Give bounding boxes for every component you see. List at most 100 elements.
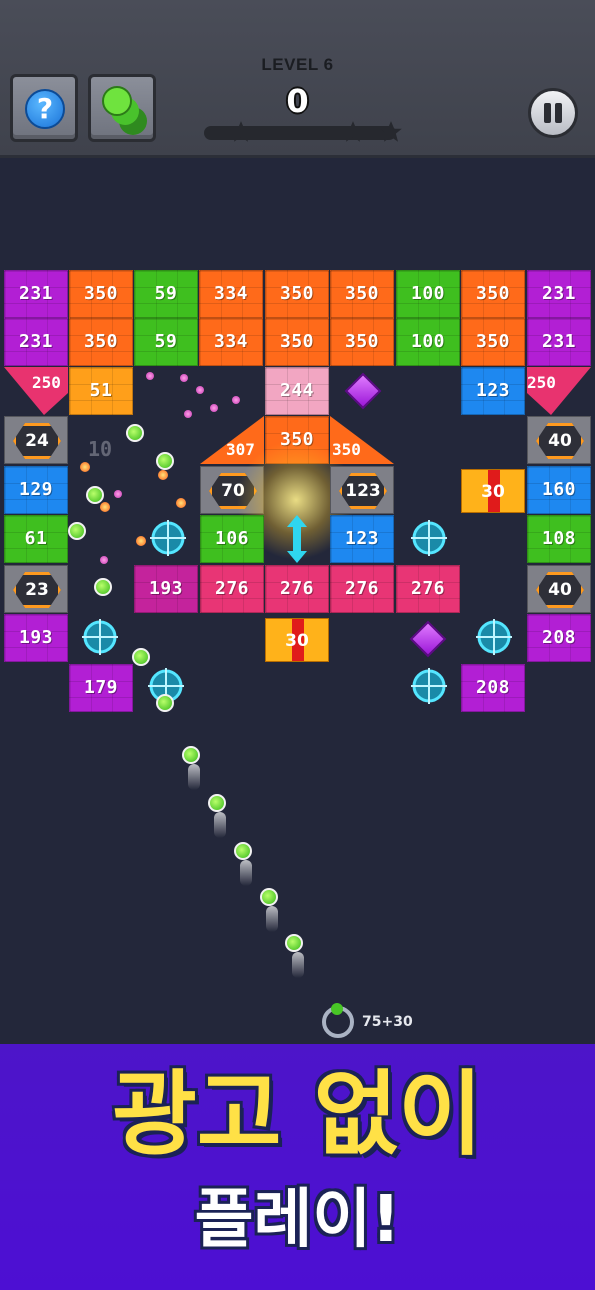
brick: 193 <box>4 614 68 662</box>
ball-trail <box>266 906 278 932</box>
brick: 244 <box>265 367 329 415</box>
brick: 208 <box>527 614 591 662</box>
shield-value: 23 <box>13 572 61 608</box>
crosshair-target-icon <box>411 520 447 556</box>
shield-value: 40 <box>536 572 584 608</box>
brick: 276 <box>200 565 264 613</box>
shield-brick: 123 <box>330 466 394 514</box>
brick: 350 <box>69 270 133 318</box>
triangle-brick: 250 <box>4 367 68 415</box>
brick: 231 <box>4 270 68 318</box>
brick: 61 <box>4 515 68 563</box>
brick: 350 <box>69 318 133 366</box>
fire-particle <box>100 502 110 512</box>
ball <box>86 486 104 504</box>
brick: 350 <box>265 318 329 366</box>
crosshair-target-icon <box>82 619 118 655</box>
gift-brick: 30 <box>461 469 525 513</box>
ball <box>132 648 150 666</box>
brick: 100 <box>396 270 460 318</box>
ball <box>156 694 174 712</box>
fire-particle <box>158 470 168 480</box>
brick: 193 <box>134 565 198 613</box>
ball-trail <box>188 764 200 790</box>
brick: 276 <box>396 565 460 613</box>
score: 0 <box>286 82 309 120</box>
brick: 350 <box>461 318 525 366</box>
ball-trail <box>240 860 252 886</box>
brick: 208 <box>461 664 525 712</box>
brick: 276 <box>265 565 329 613</box>
brick: 231 <box>4 318 68 366</box>
pause-button[interactable] <box>528 88 578 138</box>
spark-particle <box>114 490 122 498</box>
brick: 106 <box>200 515 264 563</box>
brick: 51 <box>69 367 133 415</box>
launcher-ball <box>331 1003 343 1015</box>
spark-particle <box>232 396 240 404</box>
brick: 350 <box>265 270 329 318</box>
ball-trail <box>214 812 226 838</box>
ball <box>234 842 252 860</box>
fire-particle <box>176 498 186 508</box>
ball <box>156 452 174 470</box>
brick: 350 <box>330 318 394 366</box>
shield-brick: 24 <box>4 416 68 464</box>
fire-particle <box>80 462 90 472</box>
gift-brick: 30 <box>265 618 329 662</box>
star-icon <box>230 121 252 142</box>
brick: 350 <box>461 270 525 318</box>
star-icon <box>342 121 364 142</box>
crosshair-target-icon <box>411 668 447 704</box>
brick: 334 <box>199 318 263 366</box>
brick: 231 <box>527 318 591 366</box>
ball-count-label: 75+30 <box>362 1014 413 1030</box>
ball <box>126 424 144 442</box>
shield-value: 123 <box>339 473 387 509</box>
spark-particle <box>184 410 192 418</box>
brick: 160 <box>527 466 591 514</box>
gift-value: 30 <box>481 482 505 502</box>
brick: 179 <box>69 664 133 712</box>
triangle-value: 250 <box>527 373 556 392</box>
brick: 276 <box>330 565 394 613</box>
brick: 231 <box>527 270 591 318</box>
shield-brick: 40 <box>527 565 591 613</box>
spark-particle <box>100 556 108 564</box>
ball <box>285 934 303 952</box>
promo-headline: 광고 없이 <box>112 1061 483 1168</box>
ghost-number: 10 <box>88 437 113 461</box>
vertical-arrow-icon <box>287 515 307 563</box>
spark-particle <box>146 372 154 380</box>
triangle-value: 250 <box>32 373 61 392</box>
triangle-brick: 250 <box>527 367 591 415</box>
level-label: LEVEL 6 <box>261 55 334 74</box>
shield-value: 24 <box>13 423 61 459</box>
brick: 100 <box>396 318 460 366</box>
ball <box>68 522 86 540</box>
brick: 59 <box>134 270 198 318</box>
ball <box>182 746 200 764</box>
crosshair-target-icon <box>476 619 512 655</box>
ball <box>208 794 226 812</box>
shield-brick: 23 <box>4 565 68 613</box>
promo-subline: 플레이! <box>194 1183 401 1257</box>
brick: 350 <box>330 270 394 318</box>
spark-particle <box>196 386 204 394</box>
gift-value: 30 <box>285 631 309 651</box>
ball <box>94 578 112 596</box>
brick: 334 <box>199 270 263 318</box>
spark-particle <box>210 404 218 412</box>
fire-particle <box>136 536 146 546</box>
brick: 108 <box>527 515 591 563</box>
crosshair-target-icon <box>150 520 186 556</box>
star-icon <box>380 121 402 142</box>
brick: 59 <box>134 318 198 366</box>
spark-particle <box>180 374 188 382</box>
ball <box>260 888 278 906</box>
shield-value: 40 <box>536 423 584 459</box>
brick: 129 <box>4 466 68 514</box>
top-hud: ? LEVEL 6 0 <box>0 0 595 158</box>
brick: 123 <box>461 367 525 415</box>
shield-brick: 40 <box>527 416 591 464</box>
